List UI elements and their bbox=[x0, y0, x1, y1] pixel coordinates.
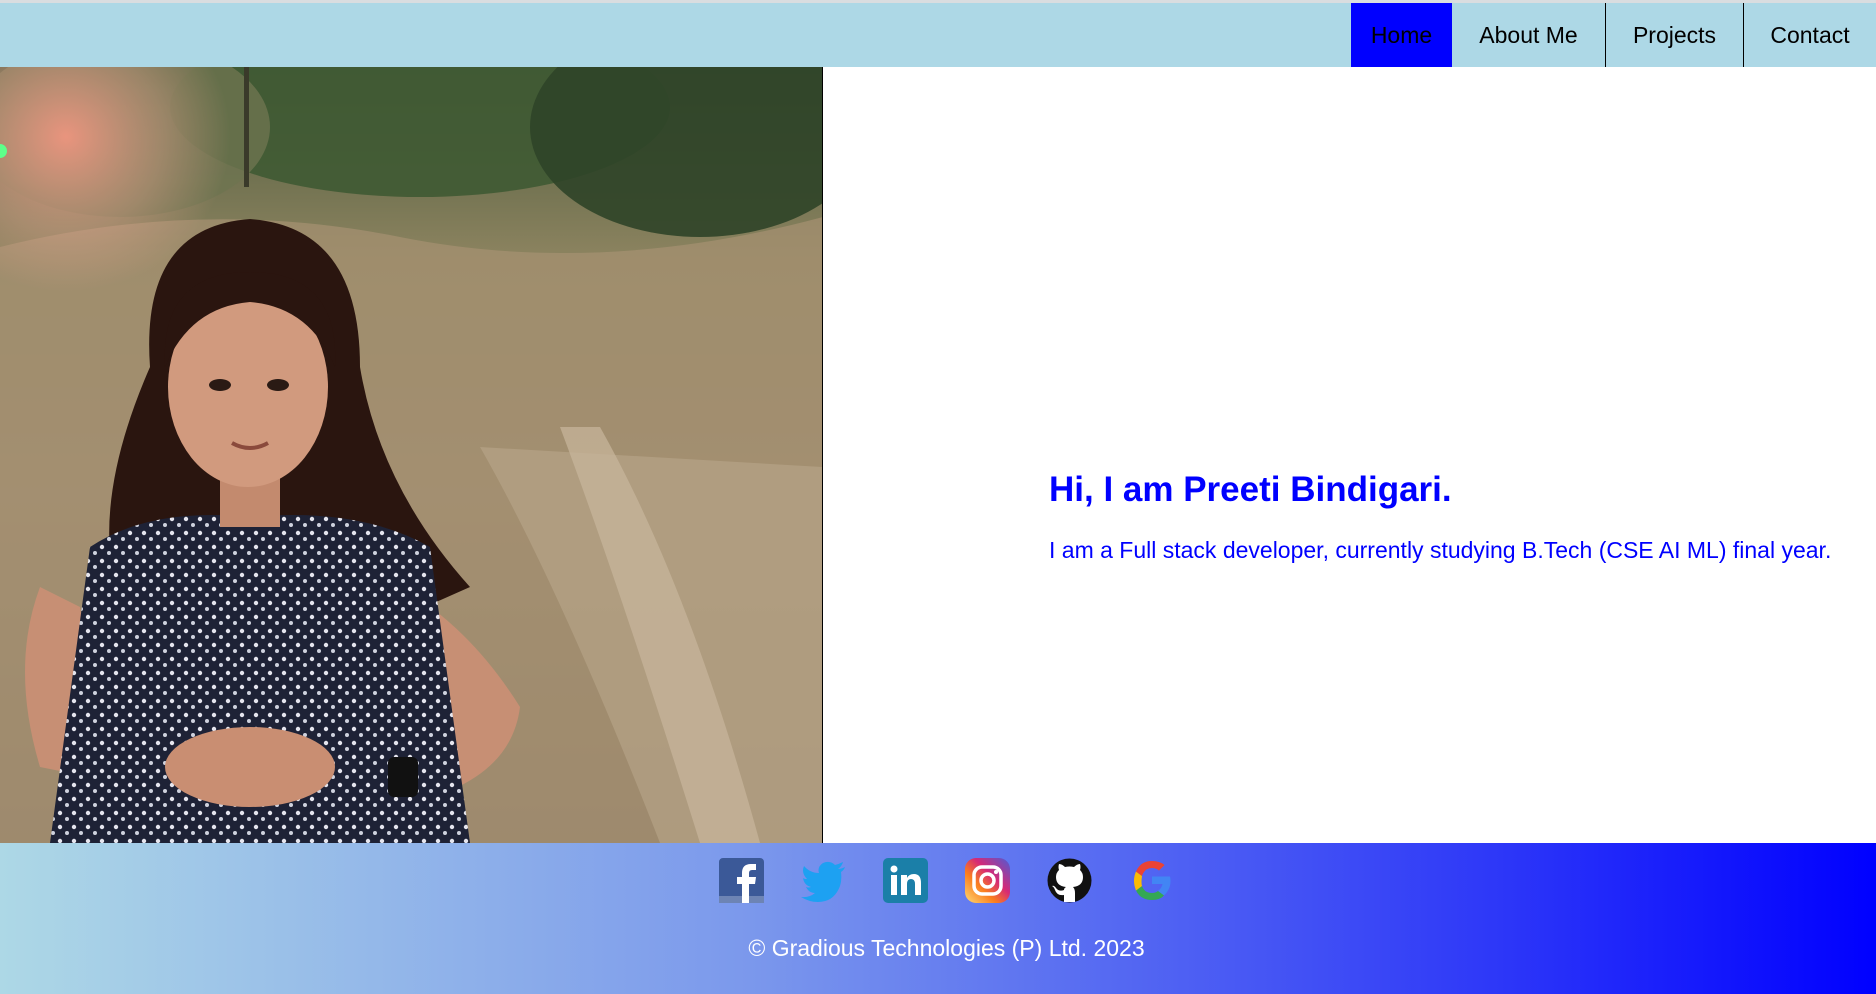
intro-subtext: I am a Full stack developer, currently s… bbox=[1049, 537, 1832, 563]
twitter-icon[interactable] bbox=[801, 858, 846, 903]
nav-projects[interactable]: Projects bbox=[1606, 3, 1744, 67]
intro-section: Hi, I am Preeti Bindigari. I am a Full s… bbox=[1049, 465, 1831, 565]
footer: © Gradious Technologies (P) Ltd. 2023 bbox=[0, 843, 1876, 994]
google-icon[interactable] bbox=[1129, 858, 1174, 903]
github-icon[interactable] bbox=[1047, 858, 1092, 903]
intro-heading: Hi, I am Preeti Bindigari. bbox=[1049, 470, 1452, 509]
nav-menu: Home About Me Projects Contact bbox=[1351, 3, 1876, 67]
instagram-icon[interactable] bbox=[965, 858, 1010, 903]
navbar: Home About Me Projects Contact bbox=[0, 3, 1876, 67]
copyright-text: © Gradious Technologies (P) Ltd. 2023 bbox=[748, 935, 1145, 961]
nav-home[interactable]: Home bbox=[1351, 3, 1452, 67]
profile-photo bbox=[0, 67, 823, 843]
linkedin-icon[interactable] bbox=[883, 858, 928, 903]
social-links bbox=[719, 858, 1174, 903]
nav-about-me[interactable]: About Me bbox=[1452, 3, 1606, 67]
nav-contact[interactable]: Contact bbox=[1744, 3, 1876, 67]
facebook-icon[interactable] bbox=[719, 858, 764, 903]
